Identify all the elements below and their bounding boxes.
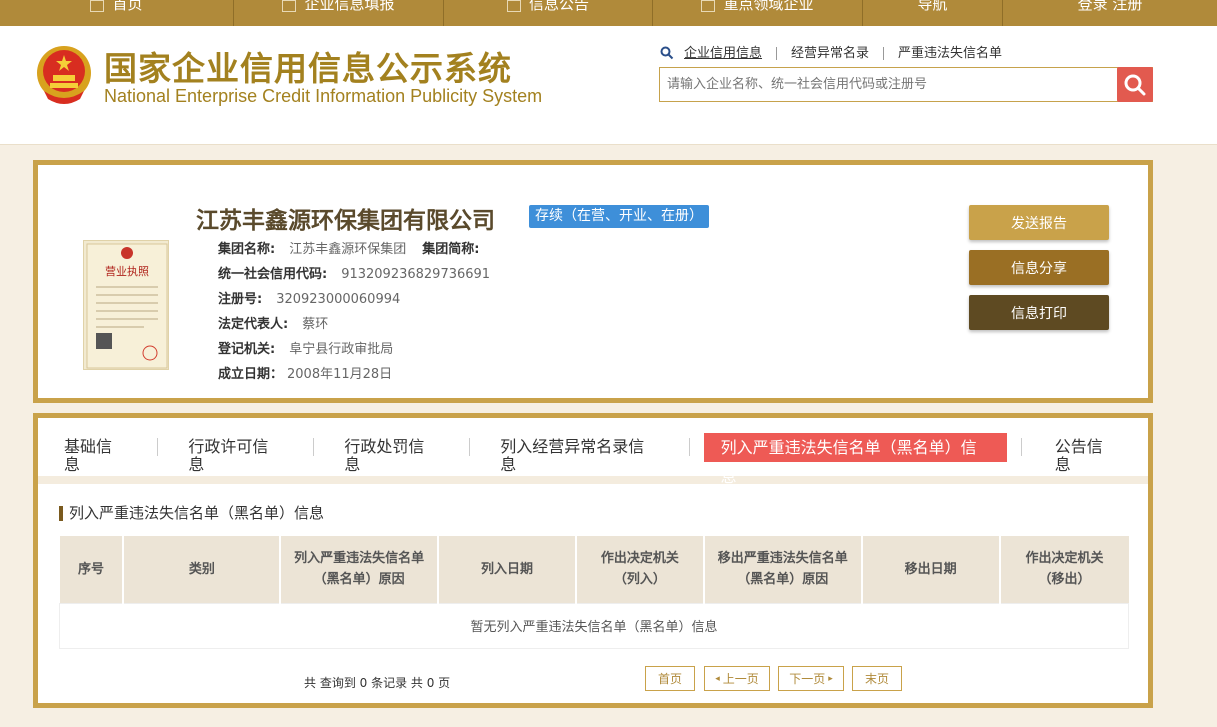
table-header-row: 序号 类别 列入严重违法失信名单（黑名单）原因 列入日期 作出决定机关（列入） … <box>59 536 1129 603</box>
empty-message: 暂无列入严重违法失信名单（黑名单）信息 <box>59 602 1129 649</box>
col-header: 移出严重违法失信名单（黑名单）原因 <box>703 536 863 603</box>
top-nav: 首页 企业信息填报 信息公告 重点领域企业 导航 登录 注册 <box>0 0 1217 26</box>
nav-key-sectors[interactable]: 重点领域企业 <box>653 0 863 26</box>
search-box <box>659 67 1153 102</box>
legal-rep-value: 蔡环 <box>302 317 329 332</box>
search-link-blacklist[interactable]: 严重违法失信名单 <box>884 47 1016 60</box>
national-emblem-icon <box>37 46 91 104</box>
group-name-value: 江苏丰鑫源环保集团 <box>289 242 407 257</box>
tab-announcement[interactable]: 公告信息 <box>1020 438 1148 474</box>
status-badge: 存续（在营、开业、在册） <box>529 205 709 228</box>
pager-info: 共 查询到 0 条记录 共 0 页 <box>304 676 451 690</box>
nav-key-sectors-label: 重点领域企业 <box>723 0 814 13</box>
next-page-button[interactable]: 下一页 ▸ <box>778 666 844 691</box>
nav-home[interactable]: 首页 <box>0 0 234 26</box>
last-page-button[interactable]: 末页 <box>852 666 902 691</box>
business-license-image[interactable]: 营业执照 <box>83 240 169 370</box>
share-button[interactable]: 信息分享 <box>969 250 1109 285</box>
search-icon <box>660 46 674 60</box>
prev-page-label: 上一页 <box>722 672 759 686</box>
col-header: 序号 <box>59 536 125 603</box>
nav-navigation[interactable]: 导航 <box>863 0 1003 26</box>
reg-authority-value: 阜宁县行政审批局 <box>289 342 394 357</box>
col-header: 列入严重违法失信名单（黑名单）原因 <box>280 536 440 603</box>
reg-no-label: 注册号: <box>218 292 263 307</box>
chevron-left-icon: ◂ <box>715 673 720 684</box>
chevron-right-icon: ▸ <box>828 673 833 684</box>
nav-home-label: 首页 <box>112 0 143 13</box>
group-name-label: 集团名称: <box>218 242 276 257</box>
tab-blacklist[interactable]: 列入严重违法失信名单（黑名单）信息 <box>703 432 1007 486</box>
magnifier-icon <box>1124 74 1146 95</box>
blacklist-section: 列入严重违法失信名单（黑名单）信息 序号 类别 列入严重违法失信名单（黑名单）原… <box>38 484 1148 703</box>
col-header: 作出决定机关（移出） <box>999 536 1129 603</box>
license-icon: 营业执照 <box>86 243 168 369</box>
info-row-reg-no: 注册号: 320923000060994 <box>218 288 416 307</box>
nav-fill-report[interactable]: 企业信息填报 <box>234 0 444 26</box>
next-page-label: 下一页 <box>789 672 826 686</box>
company-panel: 营业执照 江苏丰鑫源环保集团有限公司 存续（在营、开业、在册） 集团名称: 江苏丰… <box>33 160 1153 403</box>
search-input[interactable] <box>660 68 1115 101</box>
section-title: 列入严重违法失信名单（黑名单）信息 <box>59 506 324 521</box>
prev-page-button[interactable]: ◂ 上一页 <box>704 666 770 691</box>
tab-bar: 基础信息 行政许可信息 行政处罚信息 列入经营异常名录信息 列入严重违法失信名单… <box>38 418 1148 486</box>
search-link-enterprise[interactable]: 企业信用信息 <box>674 46 778 60</box>
nav-navigation-label: 导航 <box>917 0 948 13</box>
nav-announcement[interactable]: 信息公告 <box>444 0 653 26</box>
search-button[interactable] <box>1117 67 1153 102</box>
info-row-est-date: 成立日期： 2008年11月28日 <box>218 363 408 382</box>
reg-authority-label: 登记机关: <box>218 342 276 357</box>
tab-admin-penalty[interactable]: 行政处罚信息 <box>314 438 471 474</box>
legal-rep-label: 法定代表人: <box>218 317 289 332</box>
svg-text:营业执照: 营业执照 <box>105 264 149 278</box>
send-report-button[interactable]: 发送报告 <box>969 205 1109 240</box>
site-title: 国家企业信用信息公示系统 <box>104 49 512 88</box>
blacklist-table: 序号 类别 列入严重违法失信名单（黑名单）原因 列入日期 作出决定机关（列入） … <box>59 536 1129 649</box>
est-date-value: 2008年11月28日 <box>287 367 393 382</box>
document-icon <box>506 0 521 12</box>
tab-basic-info[interactable]: 基础信息 <box>38 438 159 474</box>
company-name: 江苏丰鑫源环保集团有限公司 <box>196 208 495 234</box>
site-header: 国家企业信用信息公示系统 National Enterprise Credit … <box>0 26 1217 145</box>
print-button[interactable]: 信息打印 <box>969 295 1109 330</box>
credit-code-label: 统一社会信用代码: <box>218 267 328 282</box>
site-subtitle: National Enterprise Credit Information P… <box>104 86 543 106</box>
nav-fill-report-label: 企业信息填报 <box>304 0 395 13</box>
nav-login-register[interactable]: 登录 注册 <box>1003 0 1217 26</box>
credit-code-value: 913209236829736691 <box>341 267 491 282</box>
col-header: 列入日期 <box>438 536 577 603</box>
search-type-links: 企业信用信息 经营异常名录 严重违法失信名单 <box>660 46 1016 60</box>
col-header: 移出日期 <box>861 536 1001 603</box>
nav-login-label: 登录 注册 <box>1077 0 1143 13</box>
group-abbr-label: 集团简称: <box>422 242 480 257</box>
detail-panel: 基础信息 行政许可信息 行政处罚信息 列入经营异常名录信息 列入严重违法失信名单… <box>33 413 1153 708</box>
info-row-credit-code: 统一社会信用代码: 913209236829736691 <box>218 263 506 282</box>
edit-icon <box>282 0 297 12</box>
reg-no-value: 320923000060994 <box>276 292 401 307</box>
nav-announcement-label: 信息公告 <box>528 0 589 13</box>
speaker-icon <box>701 0 716 12</box>
tab-admin-license[interactable]: 行政许可信息 <box>158 438 315 474</box>
info-row-reg-authority: 登记机关: 阜宁县行政审批局 <box>218 338 409 357</box>
first-page-button[interactable]: 首页 <box>645 666 695 691</box>
est-date-label: 成立日期： <box>218 367 284 382</box>
col-header: 作出决定机关（列入） <box>575 536 705 603</box>
info-row-legal-rep: 法定代表人: 蔡环 <box>218 313 344 332</box>
info-row-group: 集团名称: 江苏丰鑫源环保集团 集团简称: <box>218 238 493 257</box>
home-icon <box>90 0 105 12</box>
search-link-abnormal[interactable]: 经营异常名录 <box>777 46 885 60</box>
tab-abnormal-list[interactable]: 列入经营异常名录信息 <box>470 438 690 474</box>
col-header: 类别 <box>123 536 282 603</box>
table-row: 暂无列入严重违法失信名单（黑名单）信息 <box>59 602 1129 649</box>
